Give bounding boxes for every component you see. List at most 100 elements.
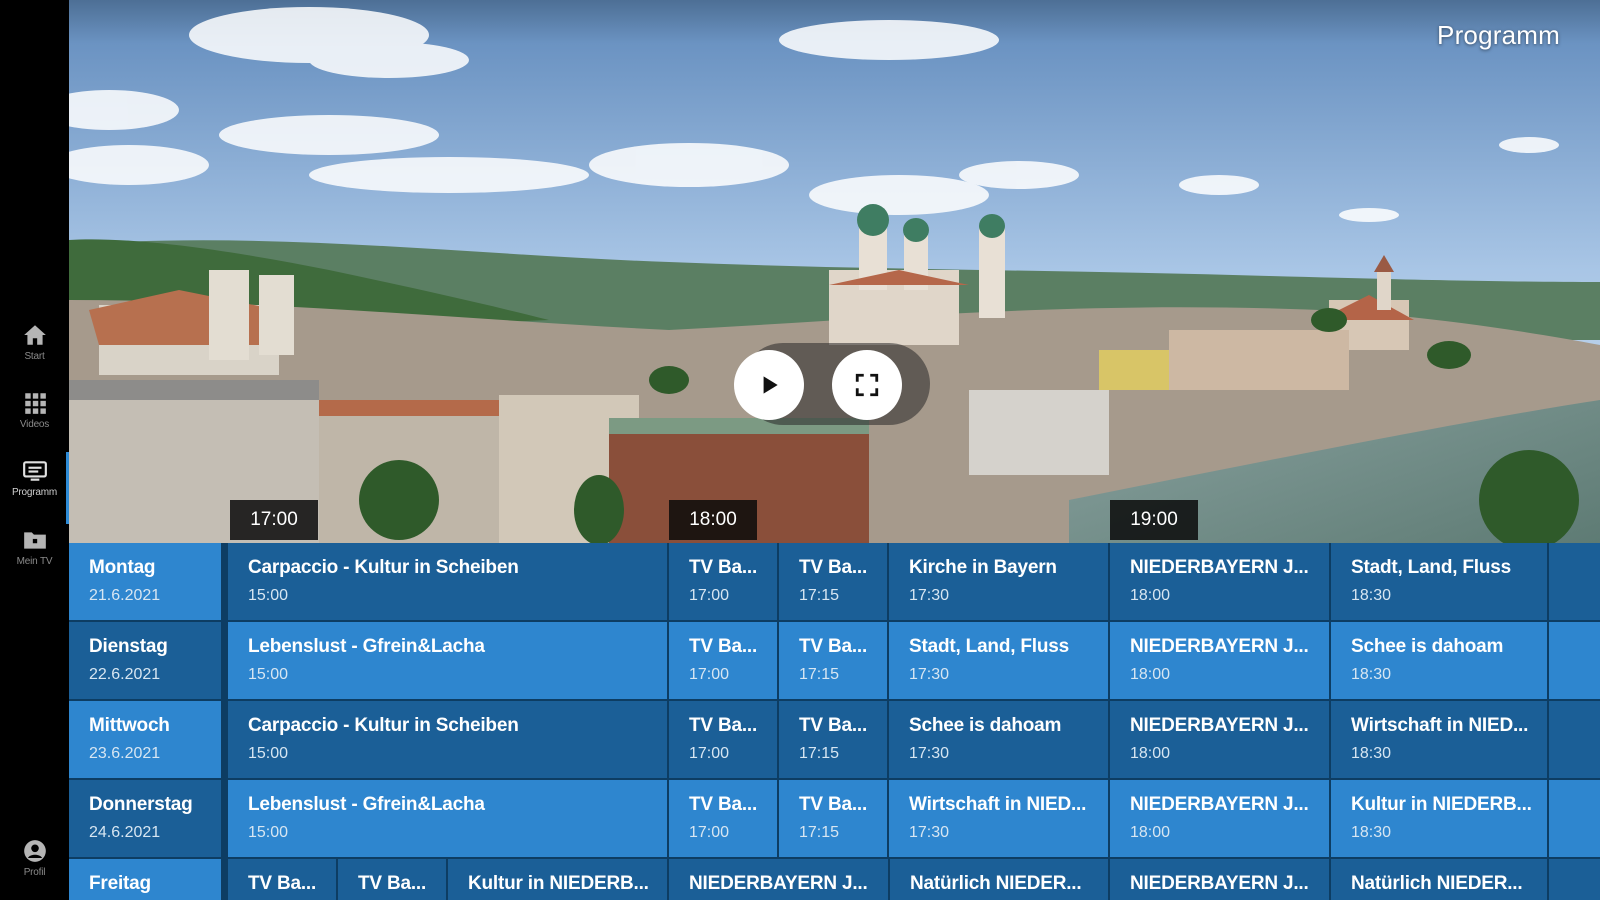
sidebar-item-programm[interactable]: Programm	[0, 458, 69, 498]
program-cell[interactable]: Lebenslust - Gfrein&Lacha 15:00	[228, 780, 667, 857]
program-cell[interactable]: NIEDERBAYERN J...	[1110, 859, 1329, 900]
program-time: 17:15	[799, 587, 840, 604]
program-cell[interactable]: Lebenslust - Gfrein&Lacha 15:00	[228, 622, 667, 699]
day-cell[interactable]: Freitag	[69, 859, 221, 900]
program-title: NIEDERBAYERN J...	[1130, 715, 1309, 736]
program-time: 17:30	[909, 666, 950, 683]
day-date: 24.6.2021	[89, 824, 161, 841]
program-cell[interactable]: Schee is dahoam 18:30	[1331, 622, 1547, 699]
program-title: Wirtschaft in NIED...	[909, 794, 1087, 815]
day-name: Freitag	[89, 873, 151, 894]
sidebar-item-label: Start	[24, 351, 45, 362]
sidebar-item-mein-tv[interactable]: Mein TV	[0, 527, 69, 567]
play-button[interactable]	[734, 350, 804, 420]
fullscreen-button[interactable]	[832, 350, 902, 420]
program-cell[interactable]: Wirtschaft in NIED... 18:30	[1331, 701, 1547, 778]
program-title: Stadt, Land, Fluss	[909, 636, 1070, 657]
program-cell[interactable]: TV Ba...	[228, 859, 336, 900]
program-title: TV Ba...	[799, 715, 868, 736]
program-title: NIEDERBAYERN J...	[1130, 873, 1309, 894]
program-cell[interactable]: TV Ba... 17:00	[669, 780, 777, 857]
program-time: 15:00	[248, 666, 289, 683]
program-cell[interactable]: Kirche in Bayern 17:30	[889, 543, 1108, 620]
sidebar-item-start[interactable]: Start	[0, 322, 69, 362]
program-cell[interactable]	[1549, 622, 1600, 699]
program-cell[interactable]: NIEDERBAYERN J...	[669, 859, 888, 900]
program-cell[interactable]: TV Ba...	[338, 859, 446, 900]
program-title: Kultur in NIEDERB...	[468, 873, 649, 894]
time-marker-label: 17:00	[250, 509, 298, 530]
program-title: NIEDERBAYERN J...	[1130, 557, 1309, 578]
tv-icon	[22, 461, 47, 481]
sidebar-item-label: Programm	[11, 487, 58, 498]
time-marker: 18:00	[669, 500, 757, 540]
program-cell[interactable]: Natürlich NIEDER...	[1331, 859, 1547, 900]
program-time: 18:00	[1130, 824, 1171, 841]
program-cell[interactable]: TV Ba... 17:00	[669, 543, 777, 620]
program-cell[interactable]	[1549, 780, 1600, 857]
program-cell[interactable]: TV Ba... 17:15	[779, 701, 887, 778]
program-title: Stadt, Land, Fluss	[1351, 557, 1512, 578]
program-cell[interactable]: NIEDERBAYERN J... 18:00	[1110, 780, 1329, 857]
program-cell[interactable]: NIEDERBAYERN J... 18:00	[1110, 622, 1329, 699]
program-cell[interactable]: TV Ba... 17:15	[779, 780, 887, 857]
day-cell[interactable]: Mittwoch 23.6.2021	[69, 701, 221, 778]
day-date: 22.6.2021	[89, 666, 161, 683]
day-name: Dienstag	[89, 636, 168, 657]
day-date: 23.6.2021	[89, 745, 161, 762]
program-time: 17:00	[689, 824, 730, 841]
program-title: Lebenslust - Gfrein&Lacha	[248, 636, 485, 657]
program-time: 15:00	[248, 745, 289, 762]
grid-icon	[24, 393, 46, 414]
program-cell[interactable]: NIEDERBAYERN J... 18:00	[1110, 701, 1329, 778]
program-cell[interactable]: Natürlich NIEDER...	[890, 859, 1108, 900]
day-date: 21.6.2021	[89, 587, 161, 604]
sidebar-item-label: Mein TV	[16, 556, 53, 567]
play-icon	[763, 376, 778, 394]
day-name: Mittwoch	[89, 715, 170, 736]
video-preview[interactable]: Programm 17:00 18:00 19:00	[69, 0, 1600, 543]
program-title: Natürlich NIEDER...	[910, 873, 1082, 894]
program-cell[interactable]: NIEDERBAYERN J... 18:00	[1110, 543, 1329, 620]
program-time: 17:15	[799, 745, 840, 762]
program-title: Carpaccio - Kultur in Scheiben	[248, 715, 519, 736]
program-cell[interactable]: Kultur in NIEDERB... 18:30	[1331, 780, 1547, 857]
program-cell[interactable]: TV Ba... 17:00	[669, 622, 777, 699]
sidebar-item-videos[interactable]: Videos	[0, 390, 69, 430]
program-title: TV Ba...	[799, 636, 868, 657]
program-title: TV Ba...	[689, 715, 758, 736]
fullscreen-icon	[855, 373, 879, 397]
program-cell[interactable]: Carpaccio - Kultur in Scheiben 15:00	[228, 701, 667, 778]
time-marker: 17:00	[230, 500, 318, 540]
program-cell[interactable]: TV Ba... 17:00	[669, 701, 777, 778]
program-time: 18:30	[1351, 587, 1392, 604]
program-cell[interactable]: Stadt, Land, Fluss 18:30	[1331, 543, 1547, 620]
time-marker-label: 18:00	[689, 509, 737, 530]
time-marker: 19:00	[1110, 500, 1198, 540]
program-time: 18:30	[1351, 666, 1392, 683]
program-cell[interactable]	[1549, 543, 1600, 620]
day-cell[interactable]: Montag 21.6.2021	[69, 543, 221, 620]
program-cell[interactable]: TV Ba... 17:15	[779, 543, 887, 620]
program-cell[interactable]	[1549, 701, 1600, 778]
program-cell[interactable]: Wirtschaft in NIED... 17:30	[889, 780, 1108, 857]
program-title: Carpaccio - Kultur in Scheiben	[248, 557, 519, 578]
program-title: Wirtschaft in NIED...	[1351, 715, 1529, 736]
time-marker-label: 19:00	[1130, 509, 1178, 530]
program-cell[interactable]	[1549, 859, 1600, 900]
program-time: 17:15	[799, 666, 840, 683]
program-time: 18:30	[1351, 745, 1392, 762]
program-title: Kultur in NIEDERB...	[1351, 794, 1532, 815]
program-time: 17:00	[689, 666, 730, 683]
program-cell[interactable]: Kultur in NIEDERB...	[448, 859, 667, 900]
day-cell[interactable]: Donnerstag 24.6.2021	[69, 780, 221, 857]
sidebar-item-profil[interactable]: Profil	[0, 838, 69, 878]
program-time: 15:00	[248, 587, 289, 604]
program-cell[interactable]: Schee is dahoam 17:30	[889, 701, 1108, 778]
day-cell[interactable]: Dienstag 22.6.2021	[69, 622, 221, 699]
program-cell[interactable]: TV Ba... 17:15	[779, 622, 887, 699]
program-cell[interactable]: Stadt, Land, Fluss 17:30	[889, 622, 1108, 699]
program-cell[interactable]: Carpaccio - Kultur in Scheiben 15:00	[228, 543, 667, 620]
program-title: Schee is dahoam	[1351, 636, 1504, 657]
day-name: Donnerstag	[89, 794, 193, 815]
